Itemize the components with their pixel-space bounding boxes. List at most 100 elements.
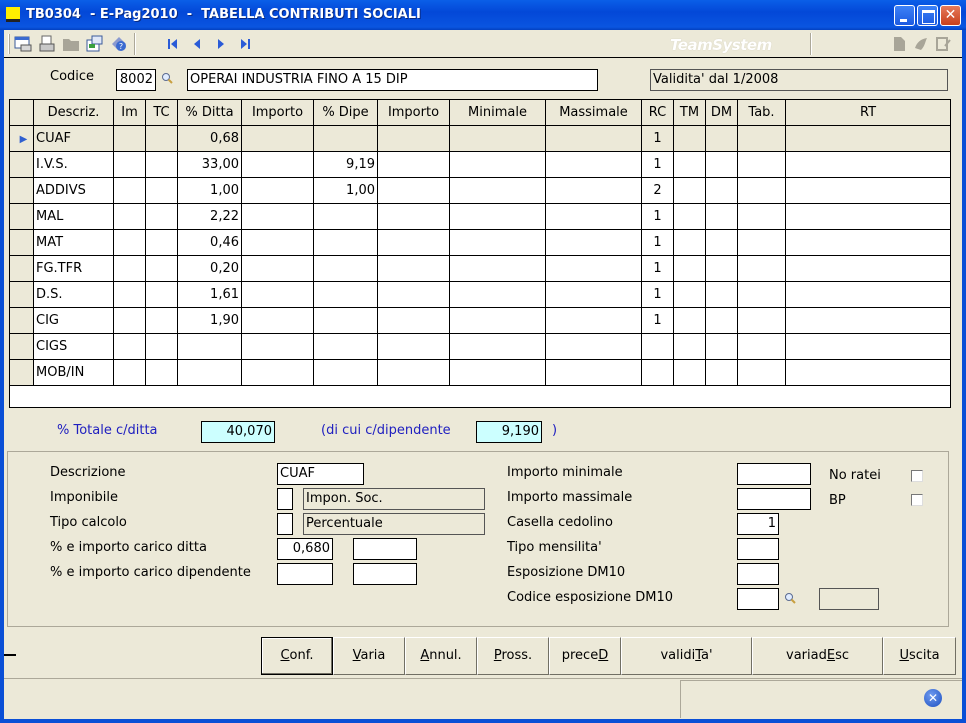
cell-pct-dipe[interactable]: 1,00 (314, 178, 378, 204)
cell-importo-ditta[interactable] (242, 334, 314, 360)
cell-pct-dipe[interactable] (314, 126, 378, 152)
cell-dm[interactable] (706, 152, 738, 178)
column-header-tm[interactable]: TM (674, 100, 706, 126)
bp-checkbox[interactable] (911, 494, 923, 506)
cell-tab[interactable] (738, 152, 786, 178)
cell-rc[interactable]: 1 (642, 230, 674, 256)
cell-pct-dipe[interactable] (314, 282, 378, 308)
cell-rt[interactable] (786, 126, 950, 152)
toolbar-grip[interactable] (8, 34, 10, 54)
cancel-circle-icon[interactable]: ✕ (924, 689, 942, 707)
cell-tc[interactable] (146, 152, 178, 178)
cell-minimale[interactable] (450, 126, 546, 152)
cell-tc[interactable] (146, 178, 178, 204)
importo-massimale-input[interactable] (737, 488, 811, 510)
cell-importo-ditta[interactable] (242, 360, 314, 386)
print-icon[interactable] (38, 35, 56, 53)
cell-descrizione[interactable]: ADDIVS (34, 178, 114, 204)
codice-description-input[interactable]: OPERAI INDUSTRIA FINO A 15 DIP (187, 69, 598, 91)
column-header-massimale[interactable]: Massimale (546, 100, 642, 126)
close-button[interactable]: ✕ (940, 5, 961, 26)
cell-pct-ditta[interactable]: 0,46 (178, 230, 242, 256)
cell-massimale[interactable] (546, 178, 642, 204)
cell-indicator[interactable] (10, 282, 34, 308)
help-icon[interactable]: ? (110, 35, 128, 53)
cell-pct-ditta[interactable]: 0,68 (178, 126, 242, 152)
cell-importo-ditta[interactable] (242, 126, 314, 152)
table-row[interactable]: I.V.S. 33,00 9,19 1 (10, 152, 950, 178)
cell-minimale[interactable] (450, 230, 546, 256)
column-header-rc[interactable]: RC (642, 100, 674, 126)
table-row[interactable]: MAT 0,46 1 (10, 230, 950, 256)
cell-rc[interactable]: 1 (642, 204, 674, 230)
cell-tc[interactable] (146, 204, 178, 230)
cell-descrizione[interactable]: D.S. (34, 282, 114, 308)
cell-massimale[interactable] (546, 230, 642, 256)
cell-indicator[interactable] (10, 230, 34, 256)
last-record-icon[interactable] (236, 35, 254, 53)
cell-im[interactable] (114, 178, 146, 204)
cell-dm[interactable] (706, 178, 738, 204)
carico-ditta-pct-input[interactable]: 0,680 (277, 538, 333, 560)
cell-descrizione[interactable]: MAT (34, 230, 114, 256)
cell-importo-dipe[interactable] (378, 282, 450, 308)
cell-tm[interactable] (674, 230, 706, 256)
cell-tab[interactable] (738, 178, 786, 204)
column-header-tab[interactable]: Tab. (738, 100, 786, 126)
first-record-icon[interactable] (164, 35, 182, 53)
minimize-button[interactable] (894, 5, 915, 26)
cell-tab[interactable] (738, 256, 786, 282)
cell-im[interactable] (114, 152, 146, 178)
cell-im[interactable] (114, 360, 146, 386)
cell-pct-dipe[interactable] (314, 256, 378, 282)
cell-rt[interactable] (786, 360, 950, 386)
cell-dm[interactable] (706, 256, 738, 282)
cell-tc[interactable] (146, 334, 178, 360)
notes-icon[interactable] (934, 35, 952, 53)
cell-rc[interactable]: 1 (642, 126, 674, 152)
cell-tm[interactable] (674, 126, 706, 152)
cell-minimale[interactable] (450, 152, 546, 178)
cell-rc[interactable]: 1 (642, 152, 674, 178)
arrow-icon[interactable] (912, 35, 930, 53)
cell-indicator[interactable] (10, 256, 34, 282)
cell-minimale[interactable] (450, 334, 546, 360)
export-icon[interactable] (86, 35, 104, 53)
cell-dm[interactable] (706, 126, 738, 152)
cell-pct-ditta[interactable]: 1,61 (178, 282, 242, 308)
cell-pct-dipe[interactable] (314, 334, 378, 360)
column-header-importo-dipe[interactable]: Importo (378, 100, 450, 126)
cell-tab[interactable] (738, 360, 786, 386)
cell-tc[interactable] (146, 308, 178, 334)
importo-minimale-input[interactable] (737, 463, 811, 485)
cell-massimale[interactable] (546, 256, 642, 282)
previous-record-icon[interactable] (188, 35, 206, 53)
cell-tab[interactable] (738, 334, 786, 360)
next-record-icon[interactable] (212, 35, 230, 53)
cell-pct-dipe[interactable] (314, 308, 378, 334)
cell-indicator[interactable] (10, 204, 34, 230)
cell-tc[interactable] (146, 230, 178, 256)
cell-dm[interactable] (706, 230, 738, 256)
column-header-im[interactable]: Im (114, 100, 146, 126)
cell-importo-dipe[interactable] (378, 178, 450, 204)
conf-button[interactable]: Conf. (261, 637, 333, 675)
cell-importo-ditta[interactable] (242, 308, 314, 334)
cell-importo-dipe[interactable] (378, 256, 450, 282)
carico-dipendente-pct-input[interactable] (277, 563, 333, 585)
cell-dm[interactable] (706, 204, 738, 230)
cell-rt[interactable] (786, 282, 950, 308)
column-header-importo-ditta[interactable]: Importo (242, 100, 314, 126)
table-row[interactable]: CIGS (10, 334, 950, 360)
cell-importo-dipe[interactable] (378, 334, 450, 360)
codice-esposizione-search-icon[interactable] (784, 592, 796, 607)
cell-rt[interactable] (786, 256, 950, 282)
cell-importo-ditta[interactable] (242, 204, 314, 230)
imponibile-code-input[interactable] (277, 488, 293, 510)
tipo-mensilita-input[interactable] (737, 538, 779, 560)
pross-button[interactable]: Pross. (477, 637, 549, 675)
cell-minimale[interactable] (450, 204, 546, 230)
cell-pct-dipe[interactable]: 9,19 (314, 152, 378, 178)
cell-importo-ditta[interactable] (242, 282, 314, 308)
column-header-minimale[interactable]: Minimale (450, 100, 546, 126)
